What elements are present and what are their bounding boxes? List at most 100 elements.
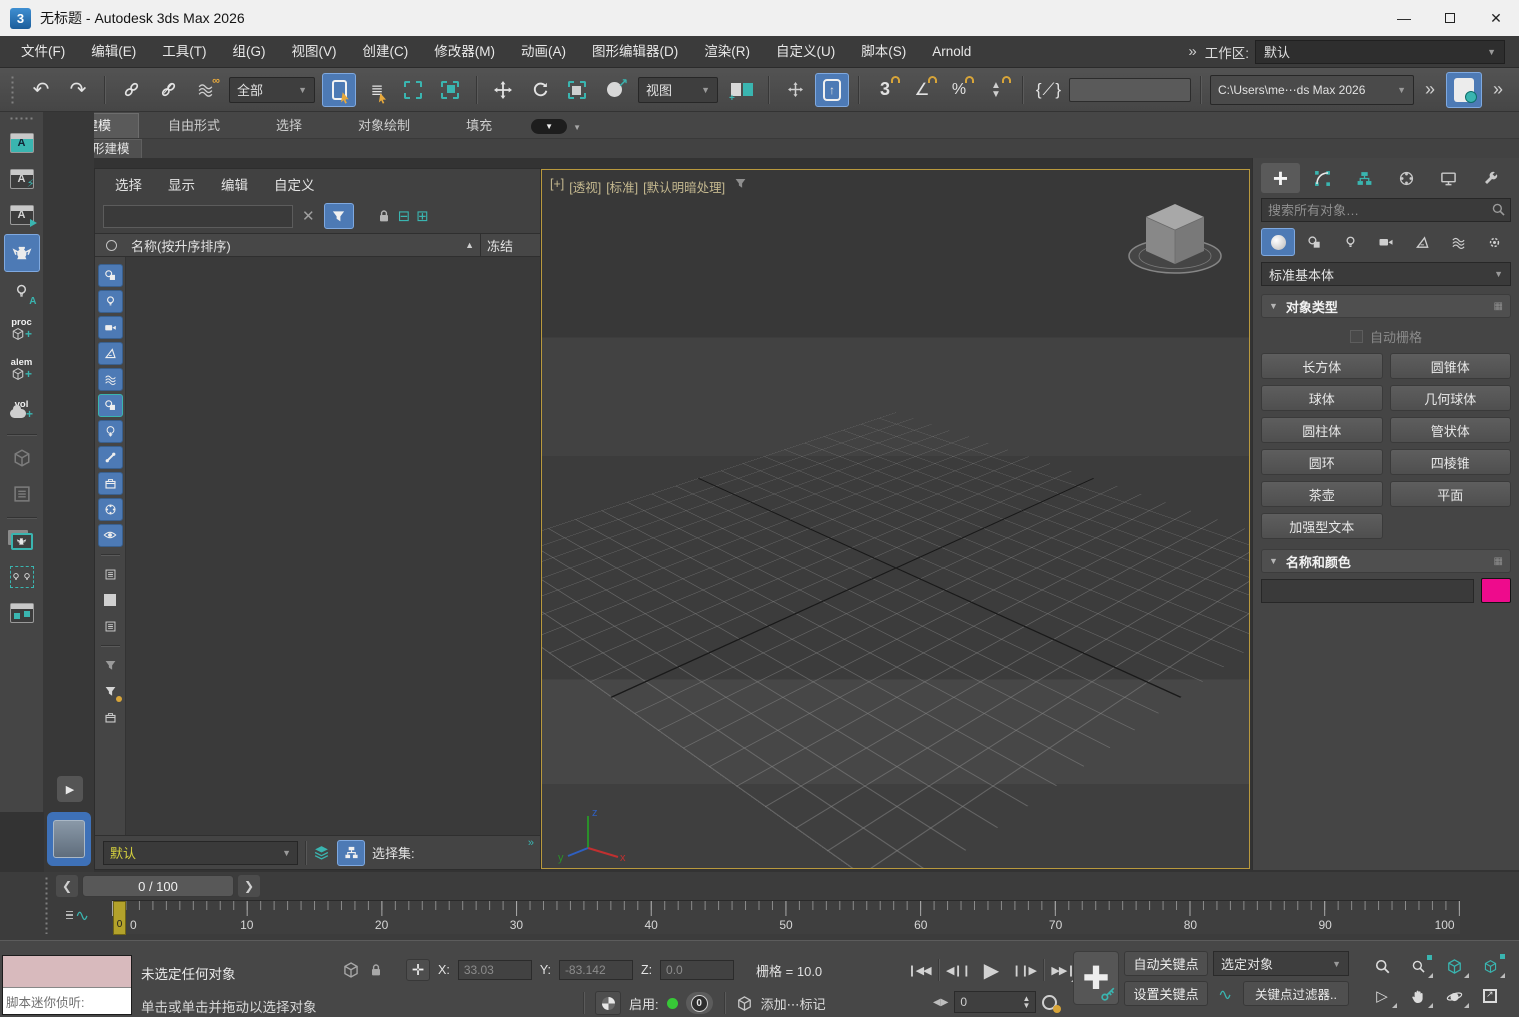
ribbon-minimize-button[interactable]: ▼ <box>531 119 567 134</box>
viewport-general-menu[interactable]: [+] <box>550 177 564 196</box>
isolate-selection-icon[interactable] <box>342 961 360 979</box>
maxscript-mini-listener[interactable]: 脚本迷你侦听: <box>2 955 132 1015</box>
frozen-column-header[interactable]: 冻结 <box>480 234 540 256</box>
set-keys-button[interactable]: ✚ <box>1073 951 1119 1005</box>
selected-object-dropdown[interactable]: 选定对象 ▼ <box>1213 951 1349 976</box>
footer-overflow-chevron[interactable]: » <box>528 837 534 849</box>
time-configuration-adjacent-icon[interactable] <box>595 991 621 1015</box>
select-and-rotate-button[interactable] <box>523 73 557 107</box>
object-name-input[interactable] <box>1261 579 1474 603</box>
rectangular-selection-region-button[interactable] <box>396 73 430 107</box>
aov-manager-button[interactable] <box>4 596 40 630</box>
explorer-filter-button[interactable] <box>324 203 354 229</box>
display-groups-toggle[interactable] <box>98 394 123 417</box>
tab-create[interactable]: + <box>1261 163 1300 193</box>
select-and-place-button[interactable]: ↗ <box>597 73 631 107</box>
autogrid-checkbox[interactable] <box>1350 330 1363 343</box>
selection-filter-dropdown[interactable]: 全部 ▼ <box>229 77 315 103</box>
undo-button[interactable]: ↶ <box>24 73 58 107</box>
marker-cube-icon[interactable] <box>736 995 753 1012</box>
percent-snap-toggle[interactable]: % <box>942 73 976 107</box>
close-button[interactable]: ✕ <box>1473 0 1519 36</box>
menu-customize[interactable]: 自定义(U) <box>763 36 848 67</box>
named-selection-sets-button[interactable]: {⟋} <box>1032 73 1066 107</box>
menu-create[interactable]: 创建(C) <box>350 36 422 67</box>
display-systems-toggle[interactable] <box>98 498 123 521</box>
tab-hierarchy[interactable] <box>1345 163 1384 193</box>
object-type-rollout-header[interactable]: ▼ 对象类型 ▦ <box>1261 294 1511 318</box>
z-coordinate-field[interactable] <box>660 960 734 980</box>
menu-group[interactable]: 组(G) <box>220 36 279 67</box>
teapot-button[interactable]: 茶壶 <box>1261 481 1383 507</box>
menu-edit[interactable]: 编辑(E) <box>78 36 149 67</box>
ribbon-tab-populate[interactable]: 填充 <box>439 114 519 138</box>
render-teapot-button[interactable] <box>4 234 40 272</box>
render-to-texture-button-disabled[interactable] <box>4 477 40 511</box>
display-spacewarps-toggle[interactable] <box>98 368 123 391</box>
spin-down-icon[interactable]: ▼ <box>1022 1002 1030 1009</box>
select-and-scale-button[interactable] <box>560 73 594 107</box>
select-and-move-button[interactable] <box>486 73 520 107</box>
ribbon-tab-freeform[interactable]: 自由形式 <box>141 114 247 138</box>
per-view-filter-icon[interactable] <box>734 177 747 190</box>
clear-search-icon[interactable]: ✕ <box>299 207 318 225</box>
menu-arnold[interactable]: Arnold <box>919 36 984 67</box>
category-spacewarps[interactable] <box>1441 228 1475 256</box>
auto-key-button[interactable]: 自动关键点 <box>1124 951 1208 976</box>
workspace-dropdown[interactable]: 默认 ▼ <box>1255 40 1505 64</box>
display-bones-toggle[interactable] <box>98 446 123 469</box>
expand-panel-button[interactable]: ▶ <box>57 776 83 802</box>
menu-overflow-chevron[interactable]: » <box>1180 43 1204 60</box>
redo-button[interactable]: ↷ <box>61 73 95 107</box>
hierarchy-view-button[interactable] <box>337 840 365 866</box>
display-helpers-toggle[interactable] <box>98 342 123 365</box>
list-view-button[interactable] <box>98 563 123 586</box>
select-and-manipulate-button[interactable] <box>778 73 812 107</box>
explorer-preset-dropdown[interactable]: 默认 ▼ <box>103 841 298 865</box>
box-button[interactable]: 长方体 <box>1261 353 1383 379</box>
pivot-center-button[interactable]: ↑ <box>815 73 849 107</box>
current-frame-field[interactable]: 0 ▲▼ <box>954 991 1036 1013</box>
menu-views[interactable]: 视图(V) <box>279 36 350 67</box>
snap-toggle-3d[interactable]: 3 <box>868 73 902 107</box>
arnold-renderview-button[interactable]: A <box>4 126 40 160</box>
y-coordinate-field[interactable] <box>559 960 633 980</box>
name-column-header[interactable]: 名称(按升序排序) ▲ <box>127 236 480 255</box>
expand-tree-icon[interactable]: ⊟ <box>398 207 411 225</box>
tab-utilities[interactable] <box>1471 163 1510 193</box>
lock-selection-icon[interactable] <box>376 208 392 224</box>
render-setup-button[interactable] <box>1446 72 1482 108</box>
filter-button[interactable] <box>98 654 123 677</box>
explorer-menu-edit[interactable]: 编辑 <box>221 174 262 194</box>
tab-display[interactable] <box>1429 163 1468 193</box>
select-object-button[interactable] <box>322 73 356 107</box>
viewcube[interactable] <box>1115 192 1235 292</box>
display-cameras-toggle[interactable] <box>98 316 123 339</box>
window-crossing-toggle[interactable] <box>433 73 467 107</box>
explorer-object-list[interactable] <box>126 257 540 835</box>
zoom-extents-button[interactable] <box>1438 953 1470 979</box>
geosphere-button[interactable]: 几何球体 <box>1390 385 1512 411</box>
new-container-button[interactable] <box>98 706 123 729</box>
select-by-name-button[interactable]: ≣ <box>359 73 393 107</box>
perspective-viewport[interactable]: [+] [透视] [标准] [默认明暗处理] z x y <box>541 169 1250 869</box>
display-xrefs-toggle[interactable] <box>98 420 123 443</box>
listener-macro-pane[interactable] <box>3 956 131 988</box>
cone-button[interactable]: 圆锥体 <box>1390 353 1512 379</box>
transform-typein-button[interactable]: ✛ <box>406 959 430 981</box>
timeline-grip[interactable] <box>44 876 49 934</box>
search-icon[interactable] <box>1491 202 1506 217</box>
primitive-category-dropdown[interactable]: 标准基本体 ▼ <box>1261 262 1511 286</box>
tube-button[interactable]: 管状体 <box>1390 417 1512 443</box>
category-cameras[interactable] <box>1369 228 1403 256</box>
object-color-swatch[interactable] <box>1481 578 1511 603</box>
add-time-tag[interactable]: 添加⋯标记 <box>761 994 826 1013</box>
zero-weight-button[interactable]: 0 <box>686 992 713 1014</box>
frame-display[interactable]: 0 / 100 <box>82 875 234 897</box>
cylinder-button[interactable]: 圆柱体 <box>1261 417 1383 443</box>
field-of-view-button[interactable]: ▷ <box>1366 983 1398 1009</box>
maximize-button[interactable] <box>1427 0 1473 36</box>
arnold-alembic-button[interactable]: alem+ <box>4 350 40 388</box>
unlink-selection-icon[interactable]: ∕ <box>151 73 185 107</box>
toolbar-grip[interactable] <box>9 116 35 121</box>
